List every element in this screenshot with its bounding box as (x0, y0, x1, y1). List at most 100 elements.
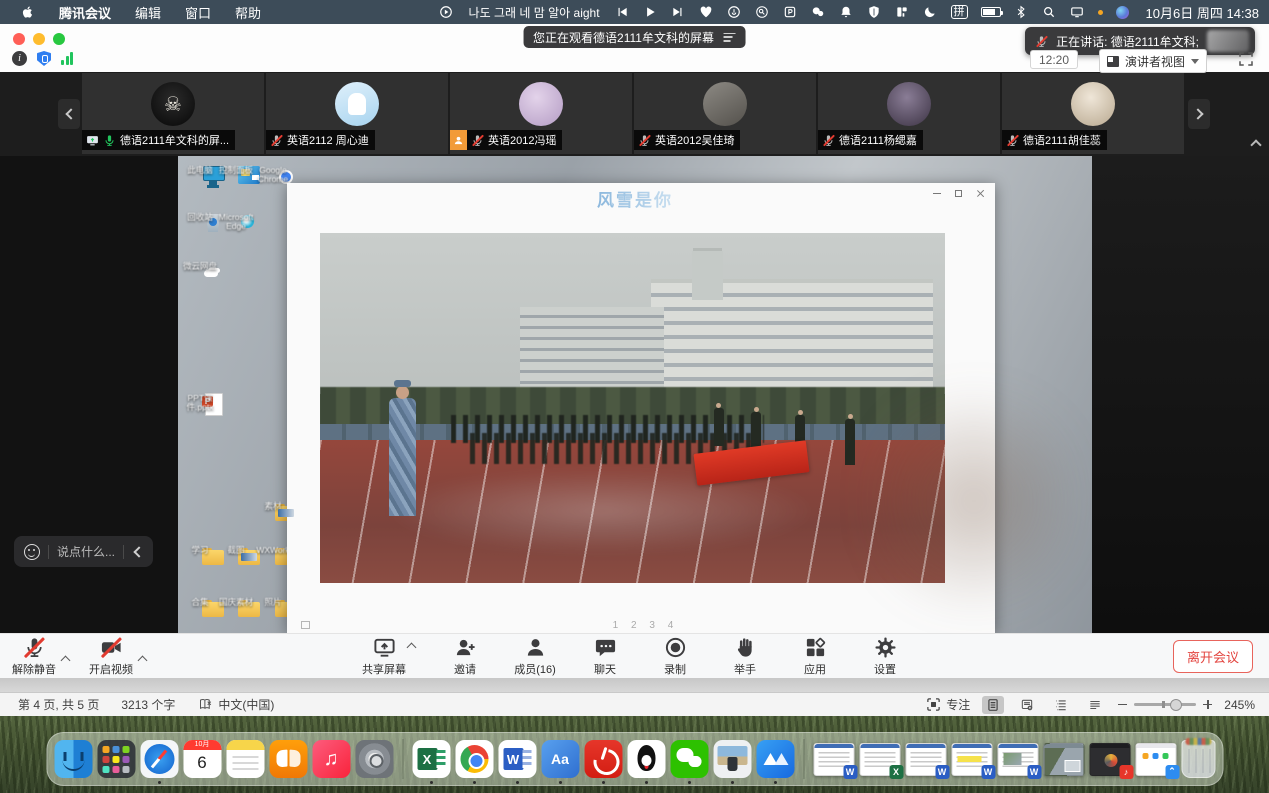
meeting-info-icon[interactable] (12, 51, 27, 66)
minimized-word-window[interactable]: W (905, 743, 946, 776)
now-playing-icon[interactable] (439, 5, 454, 20)
chat-quick-input[interactable]: 说点什么... (14, 536, 153, 567)
participant-tile[interactable]: 英语2012冯瑶 (450, 73, 632, 154)
dock-netease-music-icon[interactable] (584, 740, 622, 778)
menu-app-name[interactable]: 腾讯会议 (59, 3, 111, 22)
menu-edit[interactable]: 编辑 (135, 3, 161, 22)
minimized-word-window[interactable]: W (813, 743, 854, 776)
zoom-slider-track[interactable] (1134, 703, 1196, 706)
print-layout-view-button[interactable] (982, 696, 1004, 714)
chat-button[interactable]: 聊天 (583, 636, 627, 677)
dock-system-settings-icon[interactable] (355, 740, 393, 778)
minimized-netease-window[interactable]: ♪ (1089, 743, 1130, 776)
desktop-icon-recycle-bin[interactable]: 回收站 (182, 211, 218, 222)
heart-menu-icon[interactable] (699, 5, 714, 20)
zoom-level[interactable]: 245% (1224, 698, 1255, 712)
menu-help[interactable]: 帮助 (235, 3, 261, 22)
settings-button[interactable]: 设置 (863, 636, 907, 677)
dock-preview-icon[interactable] (713, 740, 751, 778)
minimized-word-window-photo[interactable]: W (997, 743, 1038, 776)
dock-excel-icon[interactable]: X (412, 740, 450, 778)
shield-menu-icon[interactable] (867, 5, 882, 20)
battery-icon[interactable] (981, 7, 1001, 17)
share-screen-button[interactable]: 共享屏幕 (362, 636, 406, 677)
search-circle-menu-icon[interactable] (755, 5, 770, 20)
minimize-window-button[interactable] (33, 33, 45, 45)
focus-mode-button[interactable]: 专注 (925, 696, 970, 713)
window-manager-menu-icon[interactable] (895, 5, 910, 20)
dock-books-icon[interactable] (269, 740, 307, 778)
input-method-icon[interactable]: 拼 (951, 5, 968, 19)
dock-word-icon[interactable]: W (498, 740, 536, 778)
start-video-button[interactable]: 开启视频 (89, 636, 133, 677)
dock-notes-icon[interactable] (226, 740, 264, 778)
dock-launchpad-icon[interactable] (97, 740, 135, 778)
minimized-meeting-window[interactable]: ⌃ (1135, 743, 1176, 776)
apple-menu-icon[interactable] (20, 5, 35, 20)
draft-view-button[interactable] (1084, 696, 1106, 714)
desktop-icon-ppt-file[interactable]: PPT课件.pptx (182, 392, 218, 412)
wechat-menu-icon[interactable] (811, 5, 826, 20)
minimized-photo-window[interactable] (1043, 743, 1084, 776)
participant-tile[interactable]: 德语2111杨缌嘉 (818, 73, 1000, 154)
dock-chrome-icon[interactable] (455, 740, 493, 778)
network-signal-icon[interactable] (61, 52, 73, 65)
dock-qq-icon[interactable] (627, 740, 665, 778)
desktop-icon-control-panel[interactable]: 控制面板 (218, 164, 254, 175)
video-options-chevron[interactable] (138, 655, 148, 665)
ppt-close-icon[interactable] (976, 189, 985, 198)
dock-eudic-dictionary-icon[interactable]: Aa (541, 740, 579, 778)
ppt-maximize-icon[interactable] (955, 190, 962, 197)
dock-wechat-icon[interactable] (670, 740, 708, 778)
record-button[interactable]: 录制 (653, 636, 697, 677)
media-previous-icon[interactable] (615, 5, 630, 20)
members-button[interactable]: 成员(16) (513, 636, 557, 677)
menu-window[interactable]: 窗口 (185, 3, 211, 22)
pastenow-menu-icon[interactable] (783, 5, 798, 20)
zoom-slider[interactable] (1118, 700, 1212, 709)
collapse-strip-icon[interactable] (1252, 136, 1260, 154)
desktop-icon-folder[interactable]: 素材 (255, 500, 291, 511)
desktop-icon-folder[interactable]: 国庆素材 (218, 596, 254, 607)
zoom-in-icon[interactable] (1203, 700, 1212, 709)
scroll-left-button[interactable] (58, 99, 80, 129)
apps-button[interactable]: 应用 (793, 636, 837, 677)
chevron-left-icon[interactable] (133, 546, 144, 557)
desktop-icon-chrome[interactable]: Google Chrome (255, 164, 291, 184)
minimized-excel-window[interactable]: X (859, 743, 900, 776)
zoom-slider-handle[interactable] (1170, 699, 1182, 711)
notification-bell-icon[interactable] (839, 5, 854, 20)
banner-menu-icon[interactable] (724, 33, 736, 42)
desktop-icon-folder[interactable]: 合集 (182, 596, 218, 607)
desktop-icon-cloud-drive[interactable]: 微云网盘 (182, 260, 218, 271)
bluetooth-icon[interactable] (1014, 5, 1029, 20)
netease-menu-icon[interactable] (727, 5, 742, 20)
invite-button[interactable]: 邀请 (443, 636, 487, 677)
close-window-button[interactable] (13, 33, 25, 45)
emoji-icon[interactable] (24, 544, 40, 560)
participant-tile[interactable]: 英语2012吴佳琦 (634, 73, 816, 154)
do-not-disturb-moon-icon[interactable] (923, 5, 938, 20)
media-play-icon[interactable] (643, 5, 658, 20)
media-next-icon[interactable] (671, 5, 686, 20)
desktop-icon-folder[interactable]: WXWork (255, 544, 291, 555)
meeting-security-shield-icon[interactable] (37, 51, 51, 66)
spotlight-search-icon[interactable] (1042, 5, 1057, 20)
language-status[interactable]: 中文(中国) (197, 696, 274, 713)
dock-tencent-meeting-icon[interactable] (756, 740, 794, 778)
zoom-out-icon[interactable] (1118, 704, 1127, 706)
share-options-chevron[interactable] (407, 642, 417, 652)
desktop-icon-folder[interactable]: 学习 (182, 544, 218, 555)
participant-tile[interactable]: 德语2111牟文科的屏... (82, 73, 264, 154)
menu-clock[interactable]: 10月6日 周四 14:38 (1146, 3, 1259, 22)
dock-music-icon[interactable] (312, 740, 350, 778)
chat-placeholder[interactable]: 说点什么... (57, 543, 115, 560)
now-playing-title[interactable]: 나도 그래 네 맘 알아 aight (469, 4, 600, 21)
ppt-minimize-icon[interactable] (933, 193, 941, 195)
display-menu-icon[interactable] (1070, 5, 1085, 20)
minimized-word-window-highlight[interactable]: W (951, 743, 992, 776)
dock-finder-icon[interactable] (54, 740, 92, 778)
unmute-button[interactable]: 解除静音 (12, 636, 56, 677)
slide-pager[interactable]: 1 2 3 4 (613, 620, 679, 631)
zoom-window-button[interactable] (53, 33, 65, 45)
